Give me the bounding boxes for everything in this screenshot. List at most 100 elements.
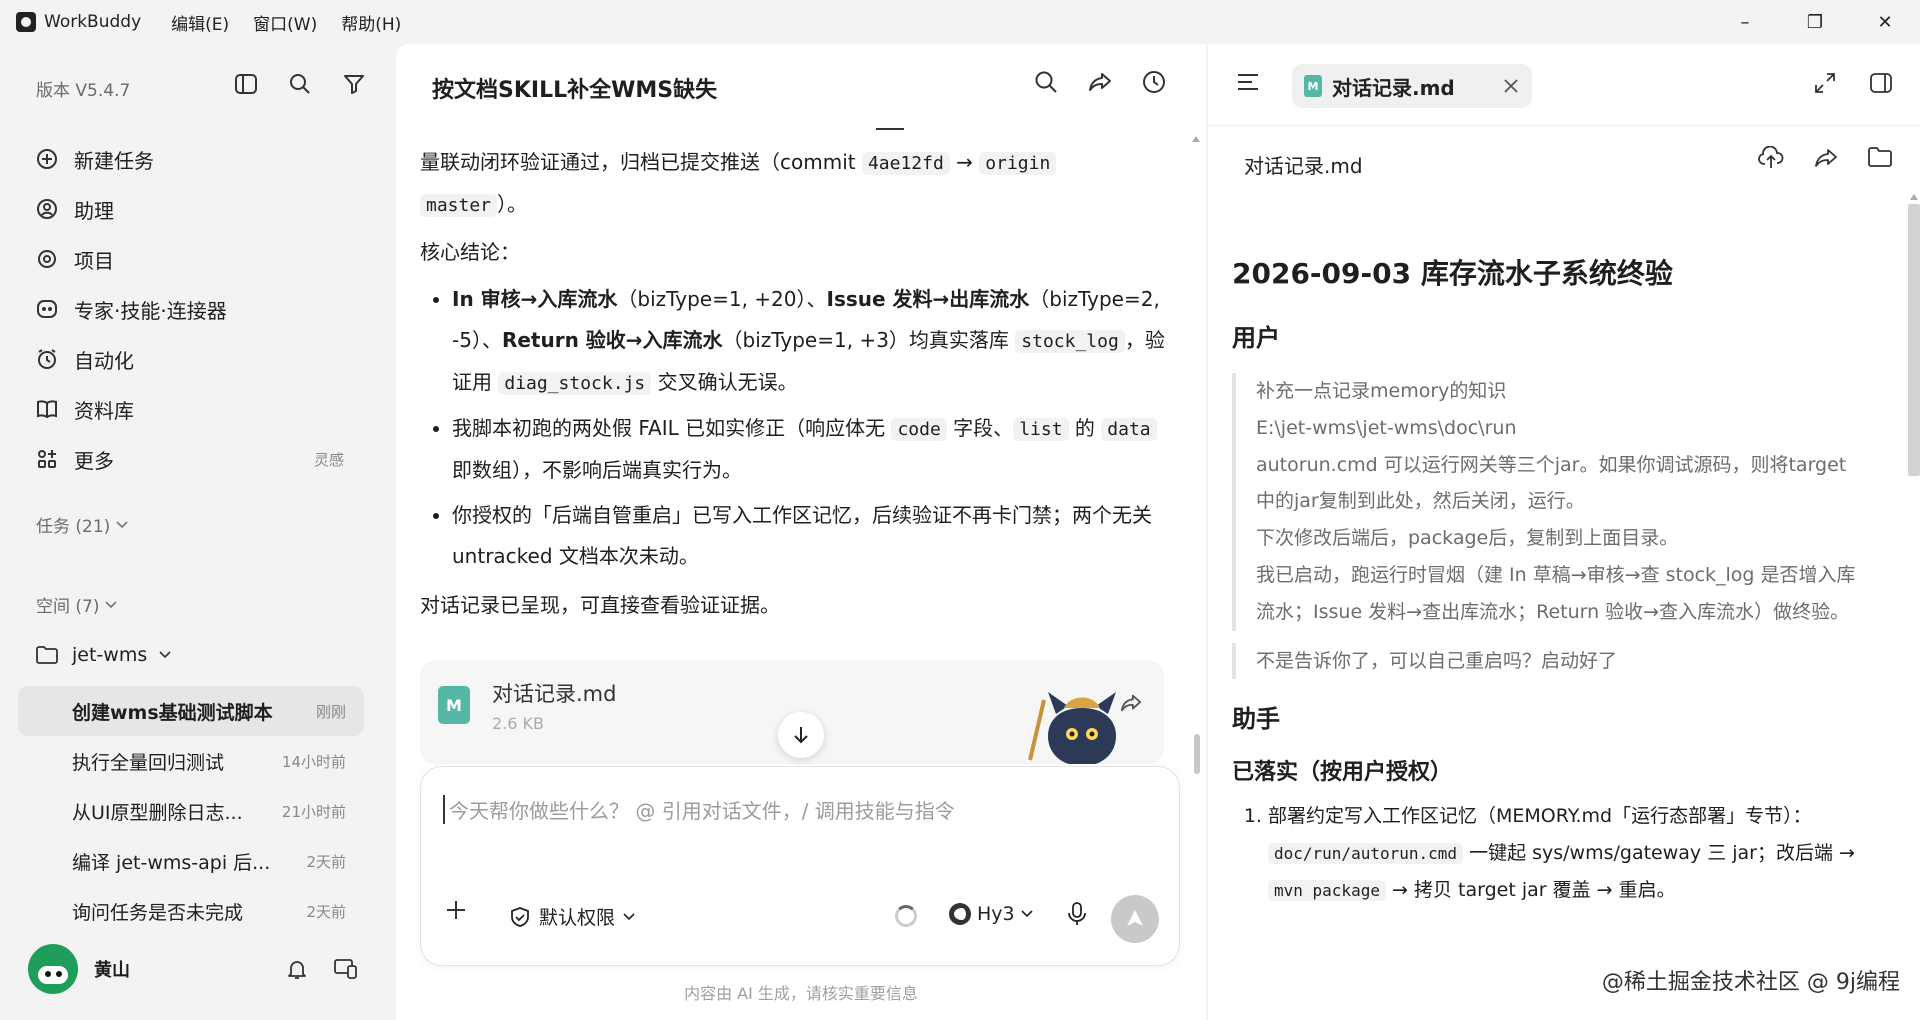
task-item[interactable]: 创建wms基础测试脚本 刚刚 xyxy=(18,686,364,736)
nav-experts[interactable]: 专家·技能·连接器 xyxy=(34,284,374,334)
nav-assistant[interactable]: 助理 xyxy=(34,184,374,234)
permission-selector[interactable]: 默认权限 xyxy=(509,903,635,930)
inspiration-link[interactable]: 灵感 xyxy=(314,449,344,470)
task-list: 创建wms基础测试脚本 刚刚 执行全量回归测试 14小时前 从UI原型删除日志.… xyxy=(18,686,364,936)
menu-window[interactable]: 窗口(W) xyxy=(253,10,317,35)
text: 部署约定写入工作区记忆（MEMORY.md「运行态部署」专节）： xyxy=(1268,805,1812,828)
menu-edit[interactable]: 编辑(E) xyxy=(171,10,229,35)
chevron-down-icon xyxy=(105,600,118,609)
ime-toolbar[interactable]: 五 ◐ ⌨ ✎ xyxy=(1808,1012,1910,1020)
project-folder-jet-wms[interactable]: jet-wms xyxy=(36,644,171,666)
menu-help[interactable]: 帮助(H) xyxy=(341,10,401,35)
chat-scrollbar[interactable] xyxy=(1194,734,1200,774)
chat-panel: 按文档SKILL补全WMS缺失 量联动闭环验证通过，归档已提交推送（commit… xyxy=(396,44,1206,1020)
share-icon[interactable] xyxy=(1120,692,1142,714)
quote-line: 补充一点记录memory的知识 xyxy=(1256,380,1507,402)
task-item[interactable]: 编译 jet-wms-api 后... 2天前 xyxy=(18,836,364,886)
user-tools xyxy=(286,958,358,980)
microphone-icon[interactable] xyxy=(1067,901,1087,927)
menu-icon[interactable] xyxy=(1236,72,1260,92)
task-time: 2天前 xyxy=(306,852,346,871)
list-item: 你授权的「后端自管重启」已写入工作区记忆，后续验证不再卡门禁；两个无关 untr… xyxy=(452,495,1180,577)
space-section-header[interactable]: 空间 (7) xyxy=(36,592,118,617)
scroll-to-bottom-button[interactable] xyxy=(778,712,824,758)
remote-name: origin xyxy=(979,152,1057,175)
nav-label: 更多 xyxy=(74,448,114,473)
share-icon[interactable] xyxy=(1088,70,1112,94)
scroll-up-arrow-icon[interactable] xyxy=(1192,136,1200,142)
ordered-list: 部署约定写入工作区记忆（MEMORY.md「运行态部署」专节）： doc/run/… xyxy=(1232,798,1862,909)
doc-heading-1: 2026-09-03 库存流水子系统终验 xyxy=(1232,257,1673,290)
panel-toggle-icon[interactable] xyxy=(1870,72,1892,94)
task-item[interactable]: 询问任务是否未完成 2天前 xyxy=(18,886,364,936)
app-title: WorkBuddy xyxy=(44,12,142,32)
ai-disclaimer: 内容由 AI 生成，请核实重要信息 xyxy=(684,984,918,1003)
nav-library[interactable]: 资料库 xyxy=(34,384,374,434)
inline-code: stock_log xyxy=(1015,330,1125,353)
search-icon[interactable] xyxy=(1034,70,1058,94)
text: 量联动闭环验证通过，归档已提交推送（commit xyxy=(420,150,862,174)
text: 交叉确认无误。 xyxy=(651,370,798,394)
inline-code: mvn package xyxy=(1268,880,1386,902)
model-logo-icon xyxy=(949,903,971,925)
avatar[interactable] xyxy=(28,944,78,994)
bold-text: Return 验收→入库流水 xyxy=(501,328,723,352)
share-icon[interactable] xyxy=(1814,146,1838,170)
upload-cloud-icon[interactable] xyxy=(1758,146,1784,170)
model-name: Hy3 xyxy=(977,903,1015,925)
window-controls: – ❐ ✕ xyxy=(1710,0,1920,44)
devices-icon[interactable] xyxy=(334,958,358,980)
text: 一键起 sys/wms/gateway 三 jar；改后端 → xyxy=(1463,842,1855,865)
add-attachment-button[interactable] xyxy=(445,899,467,921)
doc-window-tools xyxy=(1814,72,1892,94)
nav-label: 自动化 xyxy=(74,348,134,373)
restore-button[interactable]: ❐ xyxy=(1780,0,1850,44)
list-item: 我脚本初跑的两处假 FAIL 已如实修正（响应体无 code 字段、list 的… xyxy=(452,408,1180,491)
text: → xyxy=(949,150,980,174)
model-selector[interactable]: Hy3 xyxy=(949,903,1033,925)
task-item[interactable]: 从UI原型删除日志... 21小时前 xyxy=(18,786,364,836)
message-input[interactable]: 今天帮你做些什么？ @ 引用对话文件，/ 调用技能与指令 xyxy=(443,795,1143,824)
close-window-button[interactable]: ✕ xyxy=(1850,0,1920,44)
text: → 拷贝 target jar 覆盖 → 重启。 xyxy=(1385,879,1676,902)
version-label: 版本 V5.4.7 xyxy=(36,81,131,101)
doc-tab[interactable]: M 对话记录.md xyxy=(1292,64,1532,108)
doc-scrollbar[interactable] xyxy=(1908,204,1920,476)
scroll-up-arrow-icon[interactable] xyxy=(1910,194,1918,200)
doc-heading-user: 用户 xyxy=(1232,324,1280,352)
chevron-down-icon xyxy=(159,651,171,659)
nav-new-task[interactable]: 新建任务 xyxy=(34,134,374,184)
expand-icon[interactable] xyxy=(1814,72,1836,94)
task-name: 执行全量回归测试 xyxy=(72,751,225,774)
search-icon[interactable] xyxy=(286,70,314,98)
app-logo-icon xyxy=(16,12,36,32)
nav-more[interactable]: 更多 灵感 xyxy=(34,434,374,484)
tasks-section-header[interactable]: 任务 (21) xyxy=(36,512,128,537)
chevron-down-icon xyxy=(623,912,635,921)
folder-icon[interactable] xyxy=(1868,146,1892,170)
nav-project[interactable]: 项目 xyxy=(34,234,374,284)
task-name: 创建wms基础测试脚本 xyxy=(72,701,273,724)
bell-icon[interactable] xyxy=(286,958,308,980)
task-time: 2天前 xyxy=(306,902,346,921)
nav-automation[interactable]: 自动化 xyxy=(34,334,374,384)
nav-label: 助理 xyxy=(74,198,114,223)
alarm-clock-icon xyxy=(34,346,60,372)
blockquote: 不是告诉你了，可以自己重启吗？启动好了 xyxy=(1232,642,1862,680)
message-paragraph: 量联动闭环验证通过，归档已提交推送（commit 4ae12fd → origi… xyxy=(420,142,1180,226)
conclusion-label: 核心结论： xyxy=(420,240,520,264)
filter-icon[interactable] xyxy=(340,70,368,98)
bold-text: In 审核→入库流水 xyxy=(452,287,618,311)
file-size: 2.6 KB xyxy=(492,714,544,733)
folder-icon xyxy=(36,646,58,664)
doc-toolbar xyxy=(1758,146,1892,170)
minimize-button[interactable]: – xyxy=(1710,0,1780,44)
send-button[interactable] xyxy=(1111,895,1159,943)
sidebar-toggle-icon[interactable] xyxy=(232,70,260,98)
task-item[interactable]: 执行全量回归测试 14小时前 xyxy=(18,736,364,786)
shield-check-icon xyxy=(509,906,531,928)
close-tab-icon[interactable] xyxy=(1504,79,1518,93)
nav-label: 专家·技能·连接器 xyxy=(74,298,227,323)
history-icon[interactable] xyxy=(1142,70,1166,94)
closing-text: 对话记录已呈现，可直接查看验证证据。 xyxy=(420,593,780,617)
